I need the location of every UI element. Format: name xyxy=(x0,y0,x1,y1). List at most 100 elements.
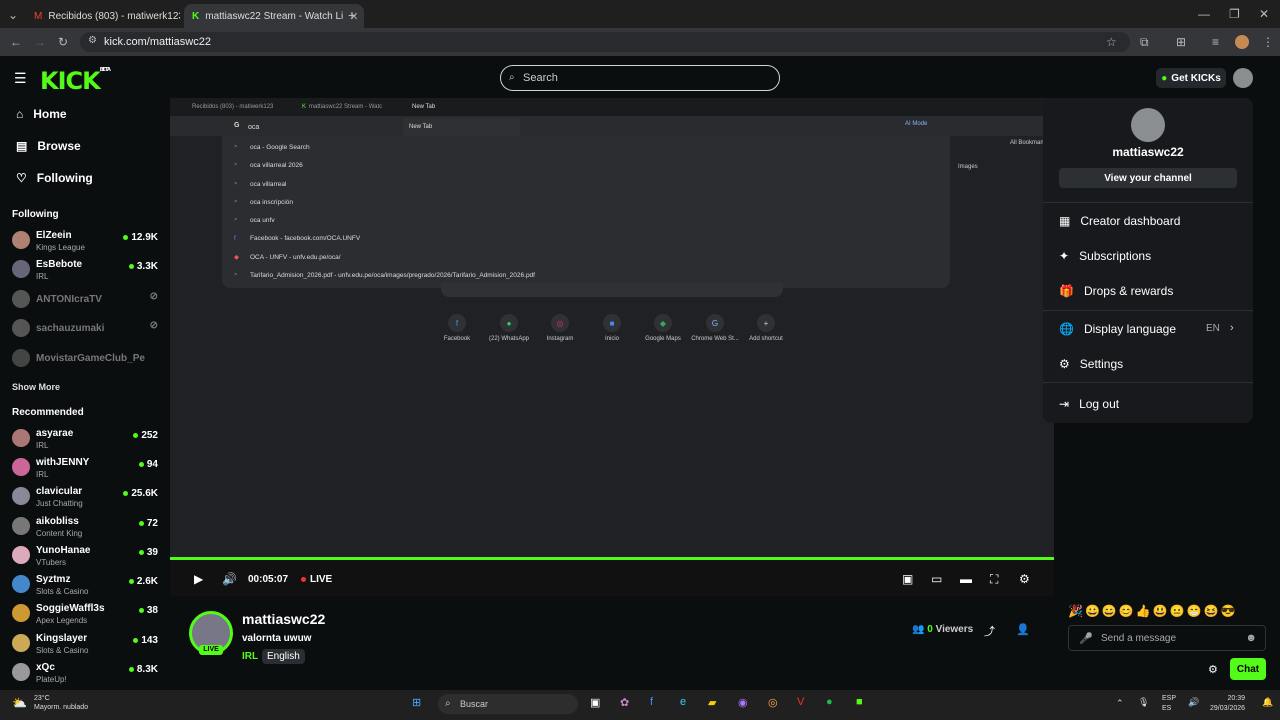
start-icon[interactable]: ⊞ xyxy=(412,696,421,709)
browser-tab-active[interactable]: K mattiaswc22 Stream - Watch Li ✕ xyxy=(184,4,364,28)
viewer-count: 2.6K xyxy=(128,576,158,587)
edge-icon[interactable]: e xyxy=(680,696,686,708)
play-icon[interactable]: ▶ xyxy=(194,572,203,586)
close-window-icon[interactable]: ✕ xyxy=(1259,7,1269,21)
recommended-channel[interactable]: Kingslayer Slots & Casino 143 xyxy=(12,631,162,657)
kick-logo[interactable]: KICKBETA xyxy=(40,67,111,95)
recommended-channel[interactable]: withJENNY IRL 94 xyxy=(12,455,162,481)
input-language[interactable]: ESP ES xyxy=(1162,694,1176,714)
bookmark-star-icon[interactable]: ☆ xyxy=(1106,35,1117,49)
notifications-icon[interactable]: 🔔 xyxy=(1262,697,1273,708)
spotify-icon[interactable]: ● xyxy=(826,696,833,708)
fullscreen-icon[interactable]: ⛶ xyxy=(990,572,998,587)
recommended-channel[interactable]: clavicular Just Chatting 25.6K xyxy=(12,484,162,510)
nav-following[interactable]: ♡ Following xyxy=(16,171,93,185)
recommended-channel[interactable]: SoggieWaffl3s Apex Legends 38 xyxy=(12,601,162,627)
search-input[interactable]: ⌕ Search xyxy=(500,65,780,91)
chat-send-button[interactable]: Chat xyxy=(1230,658,1266,680)
recommended-channel[interactable]: Syztmz Slots & Casino 2.6K xyxy=(12,572,162,598)
media-icon[interactable]: ≡ xyxy=(1212,35,1219,49)
get-kicks-label: Get KICKs xyxy=(1171,72,1221,84)
menu-divider xyxy=(1043,382,1253,383)
reload-icon[interactable]: ↻ xyxy=(58,35,68,49)
weather-widget[interactable]: 23°C Mayorm. nublado xyxy=(34,694,88,712)
nav-home[interactable]: ⌂ Home xyxy=(16,107,67,121)
minimize-icon[interactable]: — xyxy=(1198,7,1210,21)
tab-search-icon[interactable]: ⌄ xyxy=(8,8,18,22)
user-avatar-button[interactable] xyxy=(1233,68,1253,88)
pip-icon[interactable]: ▣ xyxy=(902,572,913,586)
chrome-icon[interactable]: ◎ xyxy=(768,696,778,709)
recommended-channel[interactable]: aikobliss Content King 72 xyxy=(12,514,162,540)
task-view-icon[interactable]: ▣ xyxy=(590,696,600,709)
file-explorer-icon[interactable]: ▰ xyxy=(708,696,716,709)
browse-icon: ▤ xyxy=(16,139,28,153)
weather-icon[interactable]: ⛅ xyxy=(12,696,27,710)
menu-divider xyxy=(1043,310,1253,311)
browser-menu-icon[interactable]: ⋮ xyxy=(1262,35,1274,49)
following-channel[interactable]: sachauzumaki ⊘ xyxy=(12,316,162,342)
settings-gear-icon[interactable]: ⚙ xyxy=(1019,572,1030,586)
facebook-app-icon[interactable]: f xyxy=(650,696,653,708)
show-more-link[interactable]: Show More xyxy=(12,382,60,392)
cinema-mode-icon[interactable]: ▬ xyxy=(960,572,972,586)
captured-google-search xyxy=(441,283,783,297)
follow-icon[interactable]: 👤 xyxy=(1016,623,1030,636)
back-icon[interactable]: ← xyxy=(10,35,22,49)
share-icon[interactable]: ⤴ xyxy=(984,623,995,639)
recommended-channel[interactable]: xQc PlateUp! 8.3K xyxy=(12,660,162,686)
url-input[interactable]: ⚙ kick.com/mattiaswc22 xyxy=(80,32,1130,52)
suggestion-row: ⌕ oca villarreal 2026 xyxy=(234,161,303,169)
menu-item-display-language[interactable]: 🌐 Display language xyxy=(1059,322,1176,336)
viewer-count: 12.9K xyxy=(123,232,158,243)
menu-item-settings[interactable]: ⚙ Settings xyxy=(1059,357,1123,371)
viewer-count: 143 xyxy=(133,635,158,646)
channel-category: Just Chatting xyxy=(36,499,83,508)
network-volume-icon[interactable]: 🔊 xyxy=(1188,697,1199,708)
emoji-icon[interactable]: ☻ xyxy=(1245,632,1257,644)
menu-item-logout[interactable]: ⇥ Log out xyxy=(1059,397,1119,411)
menu-item-creator-dashboard[interactable]: ▦ Creator dashboard xyxy=(1059,214,1180,228)
view-channel-button[interactable]: View your channel xyxy=(1059,168,1237,188)
menu-item-drops[interactable]: 🎁 Drops & rewards xyxy=(1059,284,1173,298)
get-kicks-button[interactable]: ● Get KICKs xyxy=(1156,68,1226,88)
discord-icon[interactable]: ◉ xyxy=(738,696,748,709)
taskbar-clock[interactable]: 20:39 29/03/2026 xyxy=(1210,694,1245,714)
valorant-icon[interactable]: V xyxy=(797,696,804,708)
new-tab-icon[interactable]: + xyxy=(348,7,356,23)
hamburger-menu-icon[interactable]: ☰ xyxy=(14,70,27,87)
following-channel[interactable]: MovistarGameClub_Pe xyxy=(12,346,162,372)
chat-settings-icon[interactable]: ⚙ xyxy=(1208,663,1218,676)
taskbar-search[interactable]: ⌕ Buscar xyxy=(438,694,578,714)
kick-app-icon[interactable]: ■ xyxy=(856,696,863,708)
menu-divider xyxy=(1043,202,1253,203)
extension-icon[interactable]: ⊞ xyxy=(1176,35,1186,49)
microphone-icon[interactable]: 🎤 xyxy=(1079,632,1093,645)
language-tag[interactable]: English xyxy=(262,649,305,664)
recommended-channel[interactable]: asyarae IRL 252 xyxy=(12,426,162,452)
volume-icon[interactable]: 🔊 xyxy=(222,572,237,586)
emote-bar[interactable]: 🎉😀😄😊👍😃😐😁😆😎 xyxy=(1068,604,1237,618)
site-info-icon[interactable]: ⚙ xyxy=(88,35,97,46)
extensions-icon[interactable]: ⧉ xyxy=(1140,35,1149,50)
browser-tab[interactable]: M Recibidos (803) - matiwerk123 ✕ xyxy=(26,4,180,28)
nav-browse[interactable]: ▤ Browse xyxy=(16,139,81,153)
following-channel[interactable]: ElZeein Kings League 12.9K xyxy=(12,228,162,254)
theater-mode-icon[interactable]: ▭ xyxy=(931,572,942,586)
tray-overflow-icon[interactable]: ⌃ xyxy=(1116,698,1124,709)
maximize-icon[interactable]: ❐ xyxy=(1229,7,1240,21)
channel-name: SoggieWaffl3s xyxy=(36,603,105,614)
forward-icon[interactable]: → xyxy=(34,35,46,49)
stream-category[interactable]: IRL xyxy=(242,651,258,662)
avatar xyxy=(12,349,30,367)
recommended-channel[interactable]: YunoHanae VTubers 39 xyxy=(12,543,162,569)
menu-item-subscriptions[interactable]: ✦ Subscriptions xyxy=(1059,249,1151,263)
profile-avatar[interactable] xyxy=(1235,35,1249,49)
channel-name: ANTONIcraTV xyxy=(36,294,102,305)
streamer-name[interactable]: mattiaswc22 xyxy=(242,611,325,627)
following-channel[interactable]: ANTONIcraTV ⊘ xyxy=(12,287,162,313)
chat-message-input[interactable]: 🎤 Send a message ☻ xyxy=(1068,625,1266,651)
tray-mic-icon[interactable]: 🎙 xyxy=(1138,697,1149,708)
following-channel[interactable]: EsBebote IRL 3.3K xyxy=(12,257,162,283)
copilot-icon[interactable]: ✿ xyxy=(620,696,629,709)
